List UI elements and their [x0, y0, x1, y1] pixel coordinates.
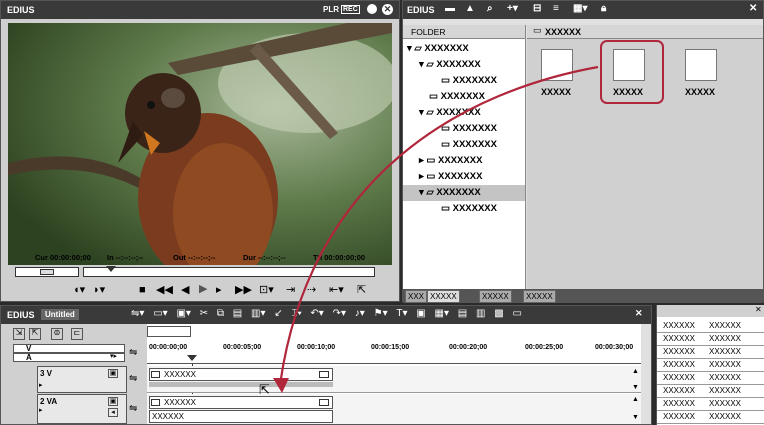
drag-arrow	[273, 65, 599, 393]
